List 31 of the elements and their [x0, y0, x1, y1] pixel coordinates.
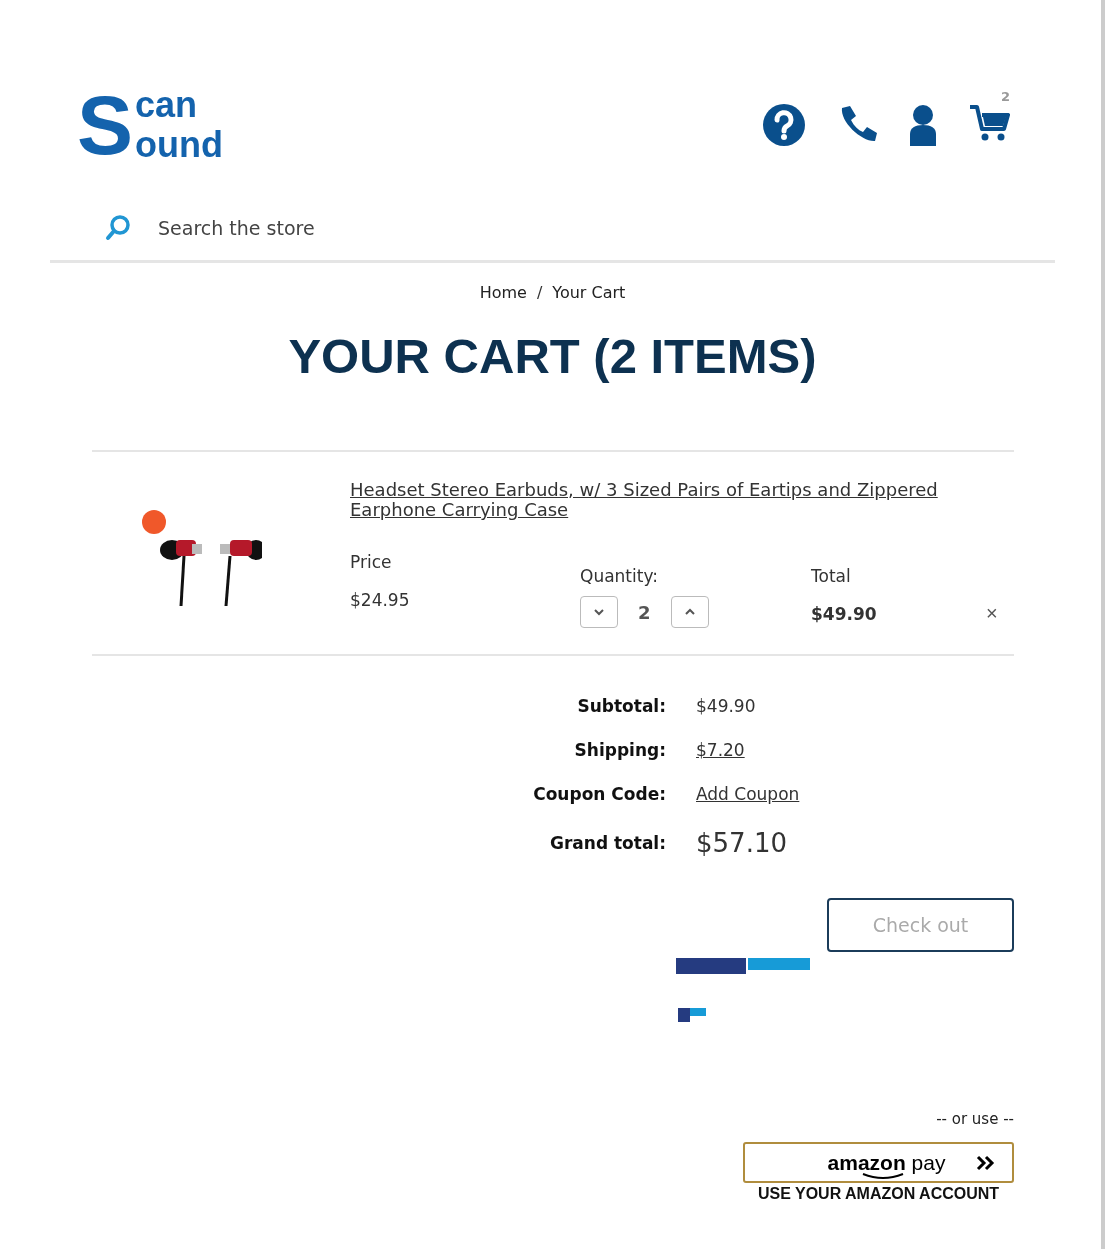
- quantity-label: Quantity:: [580, 566, 659, 586]
- summary-label: Shipping:: [573, 740, 667, 760]
- summary-link[interactable]: Add Coupon: [696, 784, 800, 804]
- breadcrumb-link[interactable]: Your Cart: [552, 283, 626, 302]
- cart-icon[interactable]: [968, 103, 1010, 143]
- page-title: YOUR CART (2 ITEMS): [287, 328, 818, 384]
- or-use-text: -- or use --: [936, 1110, 1014, 1128]
- summary-label: Grand total:: [548, 833, 667, 853]
- line-total: $49.90: [811, 604, 878, 624]
- product-name-link[interactable]: Headset Stereo Earbuds, w/ 3 Sized Pairs of Eartips and Zippered Earphone Carrying Case: [350, 480, 960, 520]
- summary-label: Coupon Code:: [532, 784, 667, 804]
- chevron-down-icon: [593, 608, 605, 616]
- amazon-pay-button[interactable]: amazon pay: [743, 1142, 1014, 1183]
- breadcrumb-separator: /: [536, 283, 543, 302]
- double-chevron-icon: [976, 1155, 996, 1171]
- account-icon[interactable]: [908, 104, 938, 146]
- help-icon[interactable]: [762, 103, 806, 147]
- chevron-up-icon: [683, 608, 696, 616]
- quantity-value: 2: [638, 601, 651, 623]
- amazon-caption: USE YOUR AMAZON ACCOUNT: [756, 1185, 1001, 1203]
- remove-button[interactable]: ×: [986, 602, 998, 625]
- search-icon[interactable]: [104, 214, 132, 242]
- cart-count: 2: [1000, 89, 1010, 104]
- summary-link[interactable]: $7.20: [696, 740, 745, 760]
- summary-label: Subtotal:: [576, 696, 667, 716]
- total-label: Total: [811, 566, 852, 586]
- price-label: Price: [350, 552, 393, 572]
- grand-total-value: $57.10: [696, 828, 787, 858]
- summary-value: $49.90: [696, 696, 756, 716]
- breadcrumb-link[interactable]: Home: [479, 283, 527, 302]
- unit-price: $24.95: [350, 590, 411, 610]
